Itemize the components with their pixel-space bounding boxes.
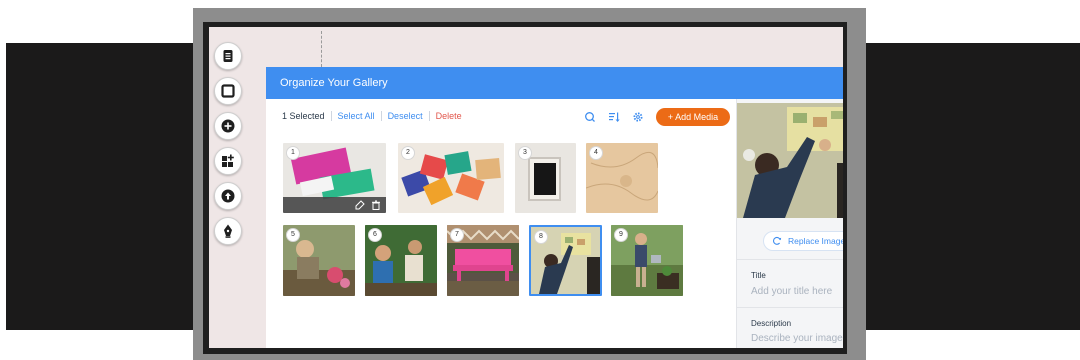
select-all-link[interactable]: Select All (338, 111, 375, 121)
gallery-item-selected[interactable]: 8 (529, 225, 602, 296)
sort-icon (609, 112, 620, 122)
apps-button[interactable] (214, 147, 242, 175)
background-button[interactable] (214, 77, 242, 105)
gear-icon (633, 112, 643, 122)
divider (737, 259, 843, 260)
item-hover-bar (283, 197, 386, 213)
description-label: Description (751, 319, 792, 328)
search-icon (585, 112, 595, 122)
divider (428, 111, 430, 121)
trash-icon[interactable] (371, 200, 381, 210)
add-icon (221, 119, 235, 133)
add-media-button[interactable]: + Add Media (656, 108, 730, 126)
gallery-item[interactable]: 2 (398, 143, 504, 213)
item-number: 9 (614, 228, 628, 242)
search-button[interactable] (582, 109, 598, 125)
apps-icon (222, 154, 234, 167)
selection-actions: 1 Selected Select All Deselect Delete (282, 111, 462, 121)
left-toolbar (214, 42, 244, 252)
panel-title: Organize Your Gallery (266, 67, 843, 99)
organize-gallery-panel: Organize Your Gallery 1 Selected Select … (266, 67, 843, 348)
chalkboard (534, 163, 556, 195)
settings-button[interactable] (630, 109, 646, 125)
gallery-item[interactable]: 6 (365, 225, 437, 296)
edit-tag-icon[interactable] (355, 200, 365, 210)
guide-line (321, 31, 322, 67)
divider (737, 307, 843, 308)
item-details-panel: Replace Image Title Add your title here … (736, 99, 843, 348)
pen-button[interactable] (214, 217, 242, 245)
gallery-item[interactable]: 5 (283, 225, 355, 296)
upload-button[interactable] (214, 182, 242, 210)
item-number: 4 (589, 146, 603, 160)
pages-button[interactable] (214, 42, 242, 70)
replace-image-button[interactable]: Replace Image (763, 231, 843, 251)
gallery-item[interactable]: 9 (611, 225, 683, 296)
photo-classroom-large (737, 103, 843, 218)
upload-icon (221, 189, 235, 203)
item-number: 5 (286, 228, 300, 242)
chalkboard-frame (528, 157, 561, 201)
pages-icon (223, 50, 233, 62)
refresh-icon (773, 236, 782, 245)
divider (380, 111, 382, 121)
selected-count: 1 Selected (282, 111, 325, 121)
deselect-link[interactable]: Deselect (388, 111, 423, 121)
description-input[interactable]: Describe your image (751, 333, 843, 344)
add-button[interactable] (214, 112, 242, 140)
background-icon (221, 84, 235, 98)
sort-button[interactable] (606, 109, 622, 125)
gallery-item[interactable]: 3 (515, 143, 576, 213)
pen-icon (224, 224, 232, 238)
item-number: 7 (450, 228, 464, 242)
editor-canvas: Organize Your Gallery 1 Selected Select … (209, 27, 843, 348)
gallery-item[interactable]: 7 (447, 225, 519, 296)
item-number: 1 (286, 146, 300, 160)
divider (330, 111, 332, 121)
replace-image-label: Replace Image (788, 236, 843, 246)
title-label: Title (751, 271, 766, 280)
item-number: 8 (534, 230, 548, 244)
card (475, 157, 501, 181)
gallery-item[interactable]: 1 (283, 143, 386, 213)
item-number: 6 (368, 228, 382, 242)
selected-image-preview (737, 103, 843, 218)
item-number: 2 (401, 146, 415, 160)
item-number: 3 (518, 146, 532, 160)
card (444, 151, 472, 175)
delete-link[interactable]: Delete (436, 111, 462, 121)
gallery-item[interactable]: 4 (586, 143, 658, 213)
gallery-tools: + Add Media (582, 108, 730, 126)
title-input[interactable]: Add your title here (751, 286, 832, 297)
